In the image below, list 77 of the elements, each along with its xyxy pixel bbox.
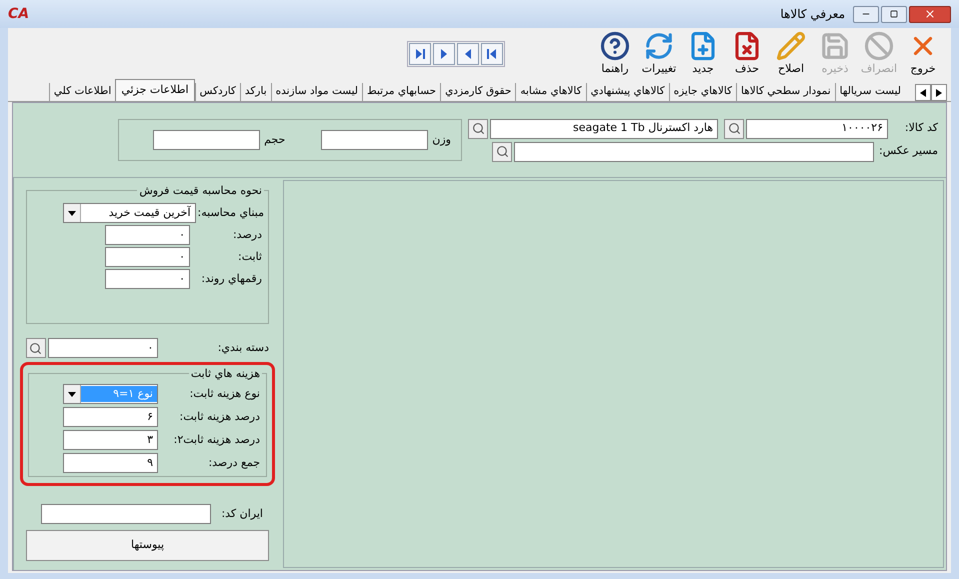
tab[interactable]: كالاهاي پيشنهادي [586, 83, 669, 101]
close-button[interactable] [909, 6, 951, 22]
navigation-button[interactable] [432, 43, 454, 65]
attachments-button[interactable]: پيوستها [26, 530, 269, 561]
app-logo: CA [8, 4, 30, 24]
field-label: ثابت: [237, 248, 262, 265]
restore-icon [890, 10, 898, 18]
tab[interactable]: اطلاعات جزئي [115, 79, 195, 101]
toolbar-button[interactable]: خروج [903, 30, 943, 78]
input-field[interactable] [321, 130, 428, 150]
toolbar-button[interactable]: راهنما [595, 30, 635, 78]
pencil-icon [776, 30, 806, 61]
search-button[interactable] [468, 118, 488, 138]
right-arrow-icon [936, 88, 942, 96]
window-title: معرفي كالاها [780, 6, 845, 23]
search-button[interactable] [26, 338, 46, 358]
field-label: ايران كد: [220, 506, 263, 522]
input-field[interactable] [153, 130, 260, 150]
input-field[interactable]: ۰ [105, 269, 190, 289]
toolbar-button[interactable]: جديد [683, 30, 723, 78]
tab[interactable]: ليست سريالها [834, 83, 905, 101]
to-start-arrow-icon [484, 47, 498, 61]
left-arrow-icon [920, 88, 926, 96]
tab[interactable]: كالاهاي جايزه [668, 83, 736, 101]
refresh-icon [644, 30, 674, 61]
help-icon [600, 30, 630, 61]
input-field[interactable]: ۰ [105, 225, 190, 245]
field-label: حجم [264, 132, 286, 148]
input-field[interactable]: ۰ [48, 338, 158, 358]
navigation-button[interactable] [480, 43, 502, 65]
field-label: دسته بندي: [216, 340, 269, 356]
navigation-button[interactable] [408, 43, 430, 65]
field-label: مسير عكس: [878, 143, 938, 160]
toolbar-button[interactable]: حذف [727, 30, 767, 78]
field-label: كد كالا: [904, 120, 938, 136]
tab[interactable]: اطلاعات كلي [48, 83, 116, 101]
input-field[interactable]: هارد اکسترنال seagate 1 Tb [490, 118, 718, 138]
field-label: جمع درصد: [207, 454, 260, 471]
search-button[interactable] [492, 142, 512, 162]
tab[interactable]: نمودار سطحي كالاها [736, 83, 835, 101]
field-label: وزن [432, 132, 451, 148]
input-field[interactable]: ۰ [105, 247, 190, 267]
field-label: نوع هزينه ثابت: [188, 386, 260, 402]
caret-icon [68, 210, 76, 216]
field-label: مبناي محاسبه: [198, 204, 264, 221]
tab[interactable]: ليست مواد سازنده [270, 83, 362, 101]
tab[interactable]: حسابهاي مرتبط [362, 83, 440, 101]
input-field[interactable]: ۳ [63, 430, 158, 450]
field-label: رقمهاي روند: [200, 270, 262, 287]
tab-scroll-left-button[interactable] [915, 84, 931, 101]
input-field[interactable]: ۹ [63, 453, 158, 473]
field-label: درصد: [232, 226, 262, 243]
group-title: هزينه هاي ثابت [188, 366, 262, 382]
navigation-button[interactable] [456, 43, 478, 65]
input-field[interactable]: ۶ [63, 407, 158, 427]
group-title: نحوه محاسبه قيمت فروش [137, 183, 264, 200]
tab[interactable]: باركد [240, 83, 271, 101]
tab-scroll-right-button[interactable] [931, 84, 947, 101]
dropdown-field[interactable]: آخرين قيمت خريد [62, 203, 196, 223]
search-icon [728, 122, 740, 135]
caret-icon [68, 392, 76, 396]
search-icon [29, 342, 42, 354]
input-field[interactable]: ۱۰۰۰۰۲۶ [746, 118, 888, 138]
input-field[interactable] [514, 142, 874, 162]
field-label: درصد هزينه ثابت: [178, 408, 260, 425]
input-field[interactable] [41, 504, 211, 524]
tab[interactable]: كالاهاي مشابه [515, 83, 586, 101]
field-label: درصد هزينه ثابت۲: [172, 432, 260, 448]
search-icon [496, 145, 508, 158]
prohibited-icon [864, 30, 894, 61]
toolbar-button[interactable]: تغييرات [639, 30, 679, 78]
tab[interactable]: حقوق كارمزدي [440, 83, 516, 101]
close-icon [924, 8, 936, 20]
search-button[interactable] [724, 118, 744, 138]
search-icon [472, 122, 484, 135]
restore-button[interactable] [881, 6, 907, 22]
toolbar-button[interactable]: اصلاح [771, 30, 811, 78]
